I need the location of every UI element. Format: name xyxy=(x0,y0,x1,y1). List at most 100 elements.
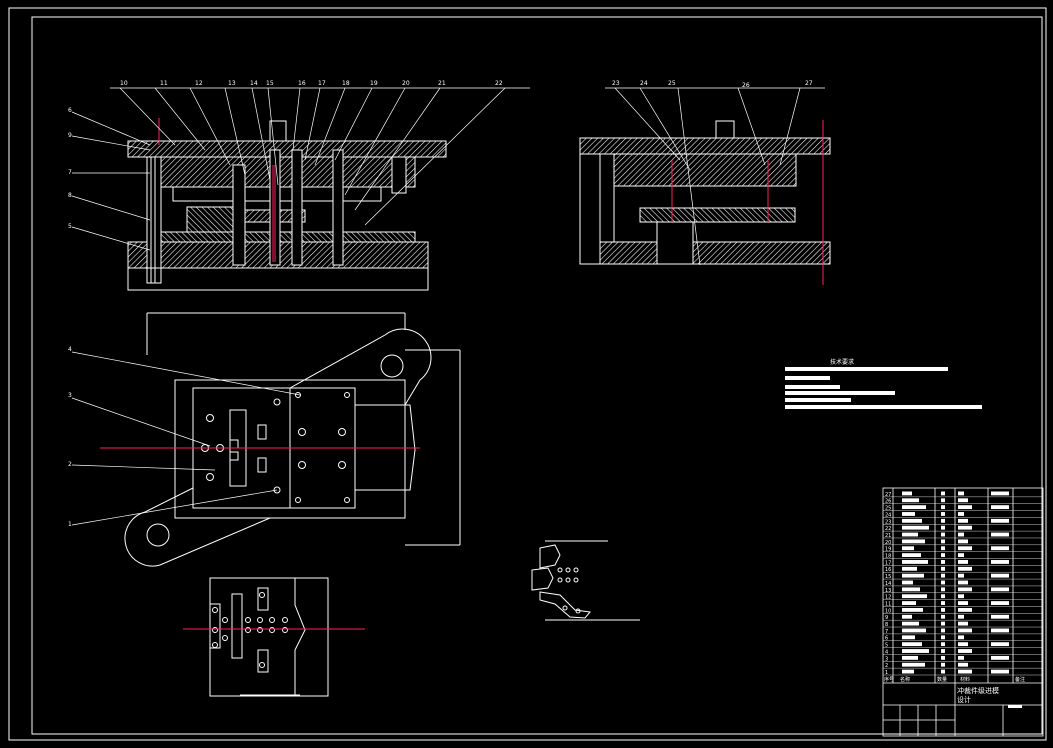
bom-row-number: 15 xyxy=(885,574,891,580)
bom-note-block xyxy=(991,669,1009,674)
bom-row-number: 17 xyxy=(885,560,891,566)
outer-frame xyxy=(8,7,1047,741)
bom-row-number: 4 xyxy=(885,649,888,655)
bom-row-number: 21 xyxy=(885,533,891,539)
bom-qty-block xyxy=(941,525,945,530)
bom-qty-block xyxy=(941,614,945,619)
bom-material-block xyxy=(958,553,964,558)
bom-name-block xyxy=(902,560,928,564)
bom-name-block xyxy=(902,655,918,660)
bom-note-block xyxy=(991,614,1009,619)
bom-row-number: 13 xyxy=(885,588,891,594)
bom-note-block xyxy=(991,491,1009,496)
inner-frame xyxy=(31,16,1043,735)
bom-material-block xyxy=(958,491,964,496)
drawing-subtitle: 设计 xyxy=(957,695,971,704)
bom-note-block xyxy=(991,655,1009,660)
bom-row-number: 24 xyxy=(885,512,891,518)
bom-qty-block xyxy=(941,566,945,571)
bom-row-number: 8 xyxy=(885,622,888,628)
bom-material-block xyxy=(958,518,968,523)
bom-name-block xyxy=(902,525,929,530)
bom-row-number: 9 xyxy=(885,615,888,621)
bom-material-block xyxy=(958,669,972,674)
label-18: 18 xyxy=(342,80,350,87)
drawing-title: 冲裁件级进模 xyxy=(957,686,999,695)
bom-material-block xyxy=(958,642,968,647)
bom-material-block xyxy=(958,628,972,633)
bom-name-block xyxy=(902,573,924,578)
bom-note-block xyxy=(991,518,1009,523)
bom-note-block xyxy=(991,601,1009,605)
header-cell: 材料 xyxy=(960,676,970,683)
bom-qty-block xyxy=(941,655,945,660)
bom-qty-block xyxy=(941,512,945,516)
bom-qty-block xyxy=(941,662,945,667)
bom-row-number: 3 xyxy=(885,656,888,662)
bom-note-block xyxy=(991,532,1009,537)
bom-material-block xyxy=(958,594,964,599)
label-5: 5 xyxy=(68,223,72,230)
bom-note-block xyxy=(991,587,1009,592)
bom-material-block xyxy=(958,580,968,585)
bom-material-block xyxy=(958,532,964,537)
bom-qty-block xyxy=(941,573,945,578)
label-9: 9 xyxy=(68,132,72,139)
bom-row-number: 14 xyxy=(885,581,891,587)
bom-name-block xyxy=(902,505,926,510)
bom-qty-block xyxy=(941,553,945,558)
label-22: 22 xyxy=(495,80,503,87)
label-19: 19 xyxy=(370,80,378,87)
bom-qty-block xyxy=(941,649,945,653)
bom-name-block xyxy=(902,662,925,667)
label-3: 3 xyxy=(68,392,72,399)
label-23: 23 xyxy=(612,80,620,87)
bom-qty-block xyxy=(941,621,945,626)
bom-material-block xyxy=(958,539,968,544)
bom-row-number: 27 xyxy=(885,492,891,498)
bom-row-number: 22 xyxy=(885,526,891,532)
bom-qty-block xyxy=(941,580,945,585)
bom-name-block xyxy=(902,614,912,619)
bom-name-block xyxy=(902,580,913,585)
plan-view-labels: 4 3 2 1 xyxy=(68,346,72,528)
bom-name-block xyxy=(902,607,923,612)
label-21: 21 xyxy=(438,80,446,87)
bom-name-block xyxy=(902,635,915,640)
main-section-view xyxy=(127,120,447,291)
bom-material-block xyxy=(958,573,964,578)
bom-name-block xyxy=(902,628,926,633)
bom-qty-block xyxy=(941,601,945,605)
label-11: 11 xyxy=(160,80,168,87)
bom-row-number: 16 xyxy=(885,567,891,573)
bom-row-number: 7 xyxy=(885,629,888,635)
bom-name-block xyxy=(902,546,914,551)
bom-qty-block xyxy=(941,560,945,564)
bom-row-number: 25 xyxy=(885,506,891,512)
label-10: 10 xyxy=(120,80,128,87)
label-27: 27 xyxy=(805,80,813,87)
bom-material-block xyxy=(958,546,972,551)
bom-material-block xyxy=(958,512,964,516)
bom-material-block xyxy=(958,601,968,605)
bom-material-block xyxy=(958,649,972,653)
bom-qty-block xyxy=(941,498,945,503)
header-cell: 序号 xyxy=(884,676,894,683)
bom-row-number: 11 xyxy=(885,601,891,607)
label-16: 16 xyxy=(298,80,306,87)
plan-view xyxy=(124,312,461,567)
bom-material-block xyxy=(958,525,972,530)
label-6: 6 xyxy=(68,107,72,114)
bom-qty-block xyxy=(941,635,945,640)
bom-material-block xyxy=(958,566,972,571)
label-26: 26 xyxy=(742,82,750,89)
bom-note-block xyxy=(991,546,1009,551)
header-cell: 备注 xyxy=(1015,676,1025,683)
bom-name-block xyxy=(902,649,929,653)
bom-note-block xyxy=(991,628,1009,633)
bom-name-block xyxy=(902,642,922,647)
header-cell: 数量 xyxy=(937,676,947,683)
bom-material-block xyxy=(958,635,964,640)
bom-name-block xyxy=(902,539,925,544)
label-2: 2 xyxy=(68,461,72,468)
